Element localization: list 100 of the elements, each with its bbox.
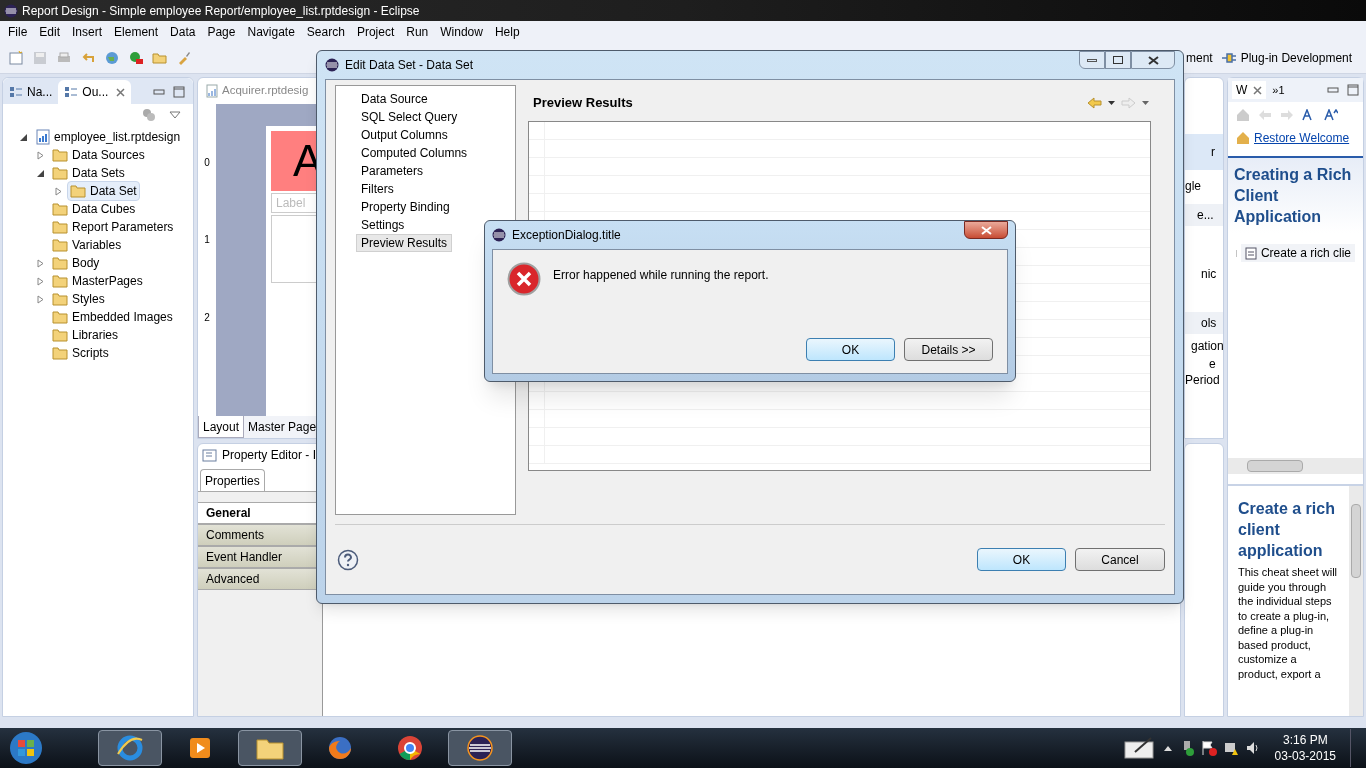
show-hidden-icons-icon[interactable]	[1162, 744, 1173, 752]
vertical-scrollbar[interactable]	[1349, 486, 1363, 716]
menu-item[interactable]: File	[2, 22, 34, 41]
ok-button[interactable]: OK	[806, 338, 895, 361]
view-title: Property Editor - I	[222, 447, 317, 464]
nav-item[interactable]: Filters	[356, 180, 399, 198]
menu-item[interactable]: Page	[201, 22, 242, 41]
tree-item[interactable]: Variables	[49, 235, 125, 255]
tree-item[interactable]: Report Parameters	[49, 217, 177, 237]
close-icon[interactable]	[116, 87, 126, 97]
plug-icon	[1220, 51, 1237, 64]
minimize-button[interactable]	[1079, 51, 1105, 69]
nav-item[interactable]: Computed Columns	[356, 144, 473, 162]
folder-icon	[52, 238, 68, 252]
pen-tablet-icon[interactable]	[1122, 736, 1157, 760]
editor-tab[interactable]: Acquirer.rptdesig	[206, 82, 309, 100]
close-button[interactable]	[1131, 51, 1175, 69]
clock-time[interactable]: 3:16 PM	[1282, 732, 1328, 748]
nav-item[interactable]: Preview Results	[356, 234, 453, 252]
nav-item[interactable]: SQL Select Query	[356, 108, 463, 126]
tree-item[interactable]: Body	[49, 253, 103, 273]
menu-item[interactable]: Edit	[33, 22, 67, 41]
side-view-text: e...	[1185, 204, 1223, 226]
run-icon[interactable]	[128, 49, 144, 66]
expanded-arrow-icon[interactable]	[35, 168, 45, 178]
taskbar-app-button[interactable]	[448, 730, 512, 766]
edit-icon	[202, 448, 218, 462]
cheat-sheet-item[interactable]: Create a rich clie	[1240, 244, 1355, 262]
clock-date[interactable]: 03-03-2015	[1274, 748, 1336, 764]
menu-item[interactable]: Run	[400, 22, 435, 41]
flag-error-icon[interactable]	[1200, 740, 1217, 756]
ok-button[interactable]: OK	[977, 548, 1066, 571]
tree-item[interactable]: Data Set	[67, 181, 140, 201]
maximize-icon[interactable]	[1347, 84, 1359, 96]
tree-item[interactable]: MasterPages	[49, 271, 146, 291]
folder-icon	[52, 274, 68, 288]
tree-item[interactable]: employee_list.rptdesign	[36, 128, 181, 146]
dialog-title: Edit Data Set - Data Set	[345, 57, 474, 74]
menu-item[interactable]: Window	[434, 22, 489, 41]
tree-item[interactable]: Embedded Images	[49, 307, 176, 327]
folder-icon	[52, 310, 68, 324]
side-view-text: ols	[1185, 312, 1223, 334]
menu-item[interactable]: Project	[350, 22, 401, 41]
cheat-sheet-title: Create a rich client application	[1238, 499, 1336, 561]
menu-item[interactable]: Search	[300, 22, 351, 41]
menu-item[interactable]: Insert	[66, 22, 109, 41]
maximize-icon[interactable]	[173, 86, 185, 98]
view-icon	[9, 86, 23, 98]
nav-item[interactable]: Settings	[356, 216, 410, 234]
close-icon[interactable]	[1253, 85, 1263, 95]
tree-item[interactable]: Data Cubes	[49, 199, 139, 219]
nav-item[interactable]: Output Columns	[356, 126, 453, 144]
minimize-icon[interactable]	[153, 89, 165, 95]
nav-item[interactable]: Data Source	[356, 90, 433, 108]
folder-icon	[52, 166, 68, 180]
help-icon[interactable]	[337, 548, 359, 571]
view-tab[interactable]: W	[1232, 81, 1267, 99]
speaker-icon[interactable]	[1244, 740, 1261, 756]
horizontal-scrollbar[interactable]	[1228, 458, 1363, 474]
more-views-button[interactable]: »1	[1272, 81, 1285, 99]
font-larger-icon[interactable]	[1324, 109, 1338, 121]
cancel-button[interactable]: Cancel	[1075, 548, 1165, 571]
close-icon	[980, 225, 992, 235]
eclipse-logo-icon	[4, 3, 18, 18]
tree-item[interactable]: Styles	[49, 289, 108, 309]
editor-page-tab[interactable]: Layout	[198, 416, 245, 438]
report-icon	[36, 129, 50, 145]
menu-item[interactable]: Navigate	[241, 22, 301, 41]
nav-item[interactable]: Parameters	[356, 162, 429, 180]
forward-arrow-icon[interactable]	[1121, 97, 1151, 109]
globe-icon[interactable]	[104, 49, 120, 66]
maximize-button[interactable]	[1105, 51, 1131, 69]
folder-icon	[52, 256, 68, 270]
tree-item[interactable]: Libraries	[49, 325, 122, 345]
network-warning-icon[interactable]	[1222, 740, 1239, 756]
page-heading: Preview Results	[532, 94, 633, 113]
eclipse-logo-icon	[325, 58, 339, 72]
back-arrow-icon[interactable]	[1087, 97, 1117, 109]
expanded-arrow-icon[interactable]	[19, 132, 28, 142]
clipboard-icon	[1244, 246, 1257, 260]
tree-item[interactable]: Data Sources	[49, 145, 148, 165]
properties-tab[interactable]: Properties	[200, 469, 265, 491]
filter-icon[interactable]	[141, 108, 157, 122]
nav-item[interactable]: Property Binding	[356, 198, 455, 216]
new-file-icon[interactable]	[8, 49, 24, 66]
menu-item[interactable]: Element	[108, 22, 165, 41]
view-menu-icon[interactable]	[169, 111, 181, 119]
menu-item[interactable]: Help	[488, 22, 526, 41]
restore-welcome-link[interactable]: Restore Welcome	[1254, 129, 1350, 147]
menu-item[interactable]: Data	[164, 22, 202, 41]
close-button[interactable]	[964, 221, 1008, 239]
tree-item[interactable]: Scripts	[49, 343, 112, 363]
side-view-text: nic	[1200, 266, 1218, 283]
view-tab[interactable]: Ou...	[58, 80, 132, 104]
minimize-icon[interactable]	[1327, 87, 1339, 93]
perspective-button[interactable]: Plug-in Development	[1216, 48, 1357, 67]
details-button[interactable]: Details >>	[904, 338, 993, 361]
perspective-button[interactable]: ment	[1182, 48, 1217, 67]
folder-icon	[52, 202, 68, 216]
tree-item[interactable]: Data Sets	[49, 163, 128, 183]
